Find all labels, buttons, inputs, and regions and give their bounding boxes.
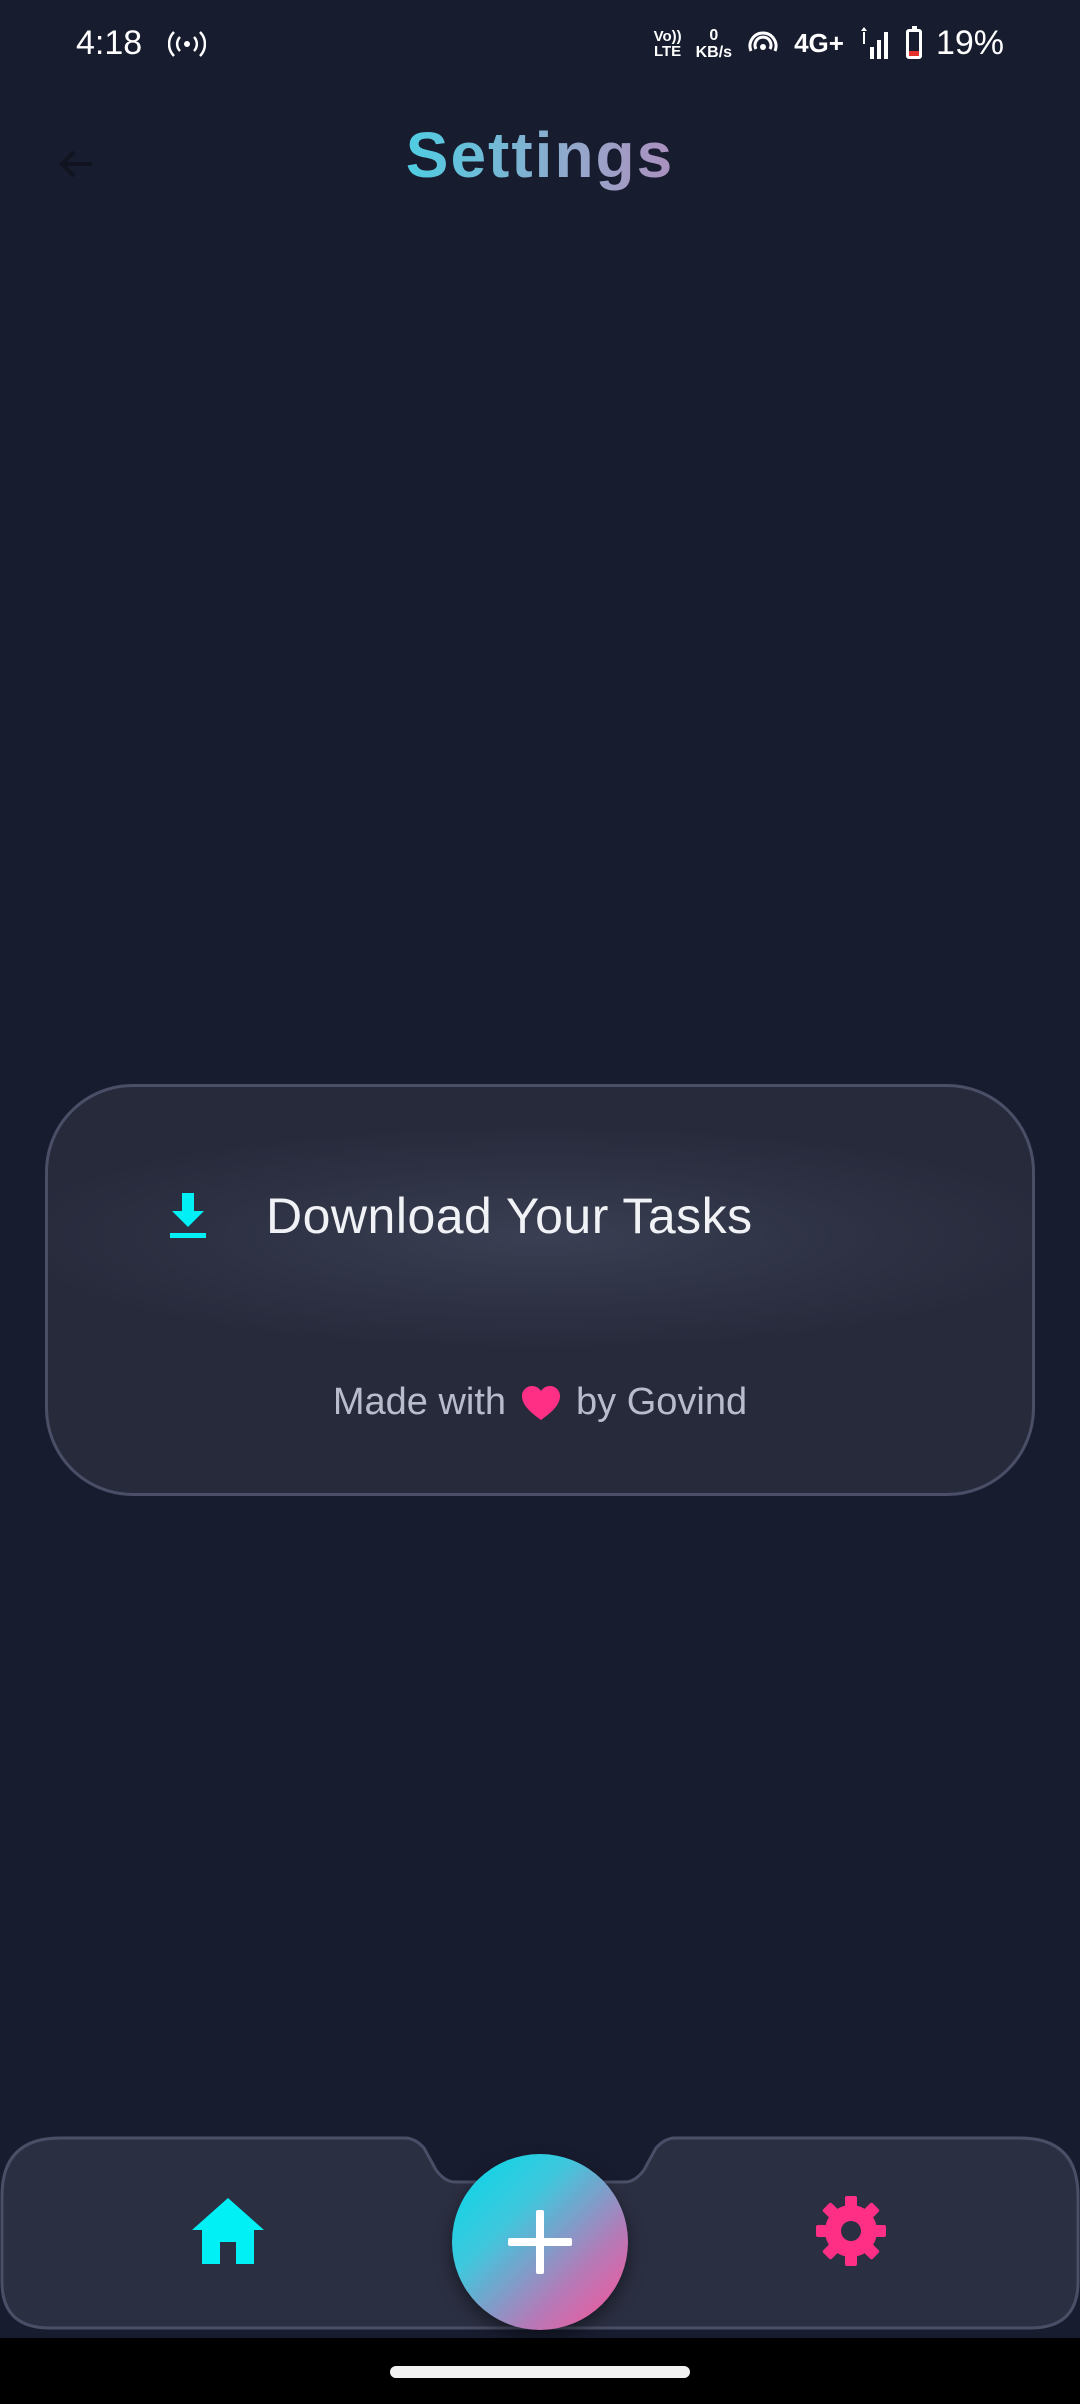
status-time: 4:18 bbox=[76, 24, 143, 62]
net-speed-unit: KB/s bbox=[695, 43, 733, 61]
bottom-nav bbox=[0, 2136, 1080, 2336]
status-bar: 4:18 Vo)) LTE 0 KB/s 4G+ 19% bbox=[0, 0, 1080, 90]
heart-icon bbox=[522, 1385, 561, 1420]
gear-icon[interactable] bbox=[814, 2194, 888, 2268]
wifi-calling-icon bbox=[748, 31, 778, 52]
credit-line: Made with by Govind bbox=[48, 1381, 1032, 1424]
home-gesture-pill[interactable] bbox=[390, 2366, 690, 2378]
download-icon bbox=[170, 1193, 206, 1238]
add-task-button[interactable] bbox=[452, 2154, 628, 2330]
system-gesture-area bbox=[0, 2338, 1080, 2404]
net-speed-value: 0 bbox=[709, 26, 719, 44]
volte-bottom-text: LTE bbox=[653, 42, 682, 60]
home-icon[interactable] bbox=[190, 2196, 266, 2266]
settings-card: Download Your Tasks Made with by Govind bbox=[45, 1084, 1035, 1496]
battery-percent: 19% bbox=[935, 24, 1004, 62]
page-title: Settings bbox=[0, 118, 1080, 192]
download-tasks-button[interactable]: Download Your Tasks bbox=[168, 1187, 753, 1245]
battery-cap bbox=[911, 25, 917, 29]
signal-icon bbox=[860, 26, 888, 59]
battery-fill bbox=[908, 50, 919, 56]
net-speed: 0 KB/s bbox=[696, 27, 732, 61]
status-right-cluster: Vo)) LTE 0 KB/s 4G+ 19% bbox=[654, 24, 1004, 63]
credit-suffix: by Govind bbox=[576, 1381, 748, 1423]
credit-prefix: Made with bbox=[332, 1381, 507, 1423]
hotspot-icon bbox=[168, 31, 206, 57]
plus-icon bbox=[508, 2210, 572, 2274]
volte-indicator: Vo)) LTE bbox=[654, 29, 682, 59]
network-type: 4G+ bbox=[794, 28, 844, 58]
volte-top-text: Vo)) bbox=[653, 27, 682, 45]
battery-icon bbox=[905, 25, 922, 59]
download-tasks-label: Download Your Tasks bbox=[266, 1188, 753, 1244]
